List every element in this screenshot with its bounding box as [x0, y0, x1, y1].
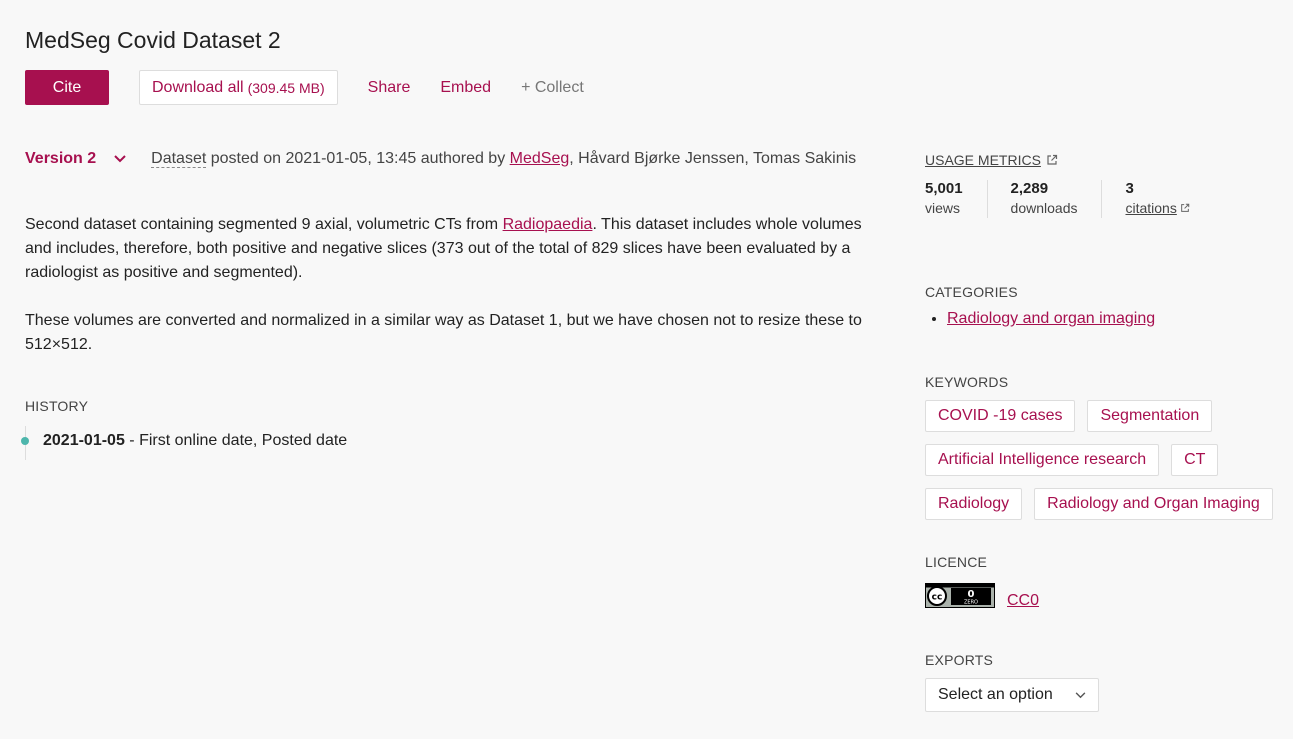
keyword-tag[interactable]: CT [1171, 444, 1219, 476]
download-label: Download all [152, 78, 244, 96]
keyword-tag[interactable]: Radiology and Organ Imaging [1034, 488, 1273, 520]
categories-list: Radiology and organ imaging [925, 310, 1155, 328]
metric-downloads: 2,289 downloads [986, 180, 1102, 218]
radiopaedia-link[interactable]: Radiopaedia [503, 216, 593, 233]
item-type[interactable]: Dataset [151, 150, 207, 168]
authors-rest: , Håvard Bjørke Jenssen, Tomas Sakinis [569, 150, 857, 167]
cc0-badge-icon: cc 0 ZERO [925, 582, 995, 608]
metric-value: 2,289 [1010, 180, 1049, 197]
chevron-down-icon [1075, 691, 1086, 698]
categories-heading: CATEGORIES [925, 284, 1018, 300]
usage-metrics-link[interactable]: USAGE METRICS [925, 152, 1058, 168]
metric-value: 3 [1125, 180, 1134, 197]
licence-row: cc 0 ZERO CC0 [925, 580, 1039, 610]
version-label: Version 2 [25, 150, 97, 167]
metric-label: downloads [1010, 200, 1078, 216]
keywords-list: COVID -19 cases Segmentation Artificial … [925, 400, 1285, 532]
keyword-tag[interactable]: Segmentation [1087, 400, 1213, 432]
author-link-medseg[interactable]: MedSeg [510, 150, 570, 167]
description-paragraph: These volumes are converted and normaliz… [25, 312, 862, 353]
licence-heading: LICENCE [925, 554, 988, 570]
exports-heading: EXPORTS [925, 652, 994, 668]
item-meta: Dataset posted on 2021-01-05, 13:45 auth… [151, 150, 856, 168]
keyword-tag[interactable]: Radiology [925, 488, 1023, 520]
external-link-icon [1181, 203, 1190, 212]
page-title: MedSeg Covid Dataset 2 [25, 27, 281, 53]
exports-select[interactable]: Select an option [925, 678, 1099, 712]
metric-citations: 3 citations [1101, 180, 1213, 218]
keywords-heading: KEYWORDS [925, 374, 1009, 390]
download-size: (309.45 MB) [247, 79, 325, 96]
history-date: 2021-01-05 [43, 432, 125, 449]
category-item: Radiology and organ imaging [947, 310, 1155, 328]
keyword-tag[interactable]: Artificial Intelligence research [925, 444, 1160, 476]
description-text: Second dataset containing segmented 9 ax… [25, 216, 503, 233]
collect-button[interactable]: + Collect [521, 79, 584, 97]
keyword-tag[interactable]: COVID -19 cases [925, 400, 1076, 432]
select-value: Select an option [938, 686, 1053, 703]
citations-link[interactable]: citations [1125, 198, 1190, 218]
description: Second dataset containing segmented 9 ax… [25, 213, 875, 381]
cite-button[interactable]: Cite [25, 70, 109, 105]
version-selector[interactable]: Version 2 [25, 150, 126, 168]
licence-link[interactable]: CC0 [1007, 592, 1039, 610]
external-link-icon [1047, 154, 1058, 165]
posted-text: posted on 2021-01-05, 13:45 authored by [210, 150, 506, 167]
usage-metrics-label: USAGE METRICS [925, 152, 1041, 168]
chevron-down-icon [114, 155, 126, 163]
action-bar: Cite Download all (309.45 MB) Share Embe… [25, 70, 584, 105]
history-text: - First online date, Posted date [129, 432, 348, 449]
description-paragraph: Second dataset containing segmented 9 ax… [25, 213, 875, 285]
timeline-dot [21, 437, 29, 445]
svg-text:cc: cc [932, 592, 943, 602]
metric-views: 5,001 views [925, 180, 987, 218]
metric-label: citations [1125, 200, 1177, 216]
history-heading: HISTORY [25, 398, 89, 414]
history-item: 2021-01-05 - First online date, Posted d… [21, 426, 348, 460]
download-all-button[interactable]: Download all (309.45 MB) [139, 70, 338, 105]
metric-value: 5,001 [925, 180, 963, 197]
svg-text:ZERO: ZERO [964, 599, 978, 605]
usage-metrics: 5,001 views 2,289 downloads 3 citations [925, 180, 1214, 218]
metric-label: views [925, 200, 961, 216]
category-link[interactable]: Radiology and organ imaging [947, 310, 1155, 327]
svg-text:0: 0 [968, 589, 975, 600]
embed-button[interactable]: Embed [440, 79, 491, 97]
share-button[interactable]: Share [368, 79, 411, 97]
version-row: Version 2 Dataset posted on 2021-01-05, … [25, 150, 856, 168]
